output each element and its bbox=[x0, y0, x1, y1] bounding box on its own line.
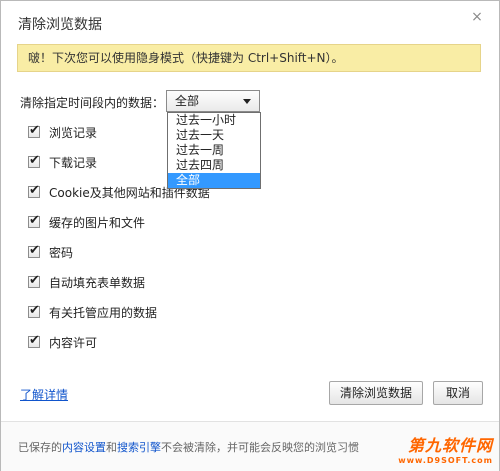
clear-browsing-data-button[interactable]: 清除浏览数据 bbox=[329, 381, 423, 405]
time-range-option[interactable]: 过去四周 bbox=[168, 158, 260, 173]
watermark: 第九软件网 www.D9SOFT.com bbox=[398, 432, 493, 465]
checkmark-icon: ✔ bbox=[29, 183, 40, 198]
search-engines-link[interactable]: 搜索引擎 bbox=[117, 441, 161, 454]
option-passwords[interactable]: ✔ 密码 bbox=[28, 243, 73, 261]
clear-browsing-data-dialog: 清除浏览数据 × 啵！下次您可以使用隐身模式（快捷键为 Ctrl+Shift+N… bbox=[0, 0, 500, 471]
option-hosted-app-data[interactable]: ✔ 有关托管应用的数据 bbox=[28, 303, 157, 321]
option-label: 缓存的图片和文件 bbox=[49, 215, 146, 230]
option-label: 浏览记录 bbox=[49, 125, 98, 140]
time-range-select[interactable]: 全部 bbox=[166, 90, 260, 112]
watermark-brand: 第九软件网 bbox=[407, 436, 493, 455]
time-range-option[interactable]: 过去一周 bbox=[168, 143, 260, 158]
checkmark-icon: ✔ bbox=[29, 153, 40, 168]
option-label: 有关托管应用的数据 bbox=[49, 305, 158, 320]
checkmark-icon: ✔ bbox=[29, 273, 40, 288]
option-content-licenses[interactable]: ✔ 内容许可 bbox=[28, 333, 97, 351]
option-label: 密码 bbox=[49, 245, 74, 260]
learn-more-link[interactable]: 了解详情 bbox=[20, 386, 68, 403]
footer-prefix: 已保存的 bbox=[18, 441, 62, 454]
checkmark-icon: ✔ bbox=[29, 303, 40, 318]
time-range-option[interactable]: 过去一小时 bbox=[168, 113, 260, 128]
option-browsing-history[interactable]: ✔ 浏览记录 bbox=[28, 123, 97, 141]
time-range-selected-value: 全部 bbox=[175, 94, 200, 108]
cancel-button[interactable]: 取消 bbox=[433, 381, 483, 405]
checkbox[interactable]: ✔ bbox=[28, 243, 40, 258]
option-autofill[interactable]: ✔ 自动填充表单数据 bbox=[28, 273, 145, 291]
dialog-title: 清除浏览数据 bbox=[18, 17, 102, 33]
checkbox[interactable]: ✔ bbox=[28, 303, 40, 318]
close-icon[interactable]: × bbox=[469, 9, 485, 25]
footer-text: 已保存的内容设置和搜索引擎不会被清除，并可能会反映您的浏览习惯 bbox=[18, 439, 359, 455]
caret-down-icon bbox=[243, 99, 251, 104]
checkmark-icon: ✔ bbox=[29, 333, 40, 348]
footer-middle: 和 bbox=[106, 441, 117, 454]
checkbox[interactable]: ✔ bbox=[28, 333, 40, 348]
checkbox[interactable]: ✔ bbox=[28, 153, 40, 168]
checkbox[interactable]: ✔ bbox=[28, 213, 40, 228]
time-range-dropdown: 过去一小时 过去一天 过去一周 过去四周 全部 bbox=[167, 112, 261, 189]
footer: 已保存的内容设置和搜索引擎不会被清除，并可能会反映您的浏览习惯 第九软件网 ww… bbox=[1, 421, 499, 471]
checkmark-icon: ✔ bbox=[29, 213, 40, 228]
footer-suffix: 不会被清除，并可能会反映您的浏览习惯 bbox=[161, 441, 359, 454]
time-range-option-selected[interactable]: 全部 bbox=[168, 173, 260, 188]
time-range-label: 清除指定时间段内的数据： bbox=[20, 96, 165, 110]
option-cached-images[interactable]: ✔ 缓存的图片和文件 bbox=[28, 213, 145, 231]
checkbox[interactable]: ✔ bbox=[28, 273, 40, 288]
option-label: 下载记录 bbox=[49, 155, 98, 170]
checkmark-icon: ✔ bbox=[29, 123, 40, 138]
checkmark-icon: ✔ bbox=[29, 243, 40, 258]
watermark-url: www.D9SOFT.com bbox=[398, 456, 493, 465]
content-settings-link[interactable]: 内容设置 bbox=[62, 441, 106, 454]
option-download-history[interactable]: ✔ 下载记录 bbox=[28, 153, 97, 171]
checkbox[interactable]: ✔ bbox=[28, 123, 40, 138]
option-label: 内容许可 bbox=[49, 335, 98, 350]
checkbox[interactable]: ✔ bbox=[28, 183, 40, 198]
time-range-option[interactable]: 过去一天 bbox=[168, 128, 260, 143]
option-label: 自动填充表单数据 bbox=[49, 275, 146, 290]
incognito-tip-banner: 啵！下次您可以使用隐身模式（快捷键为 Ctrl+Shift+N）。 bbox=[17, 44, 481, 72]
